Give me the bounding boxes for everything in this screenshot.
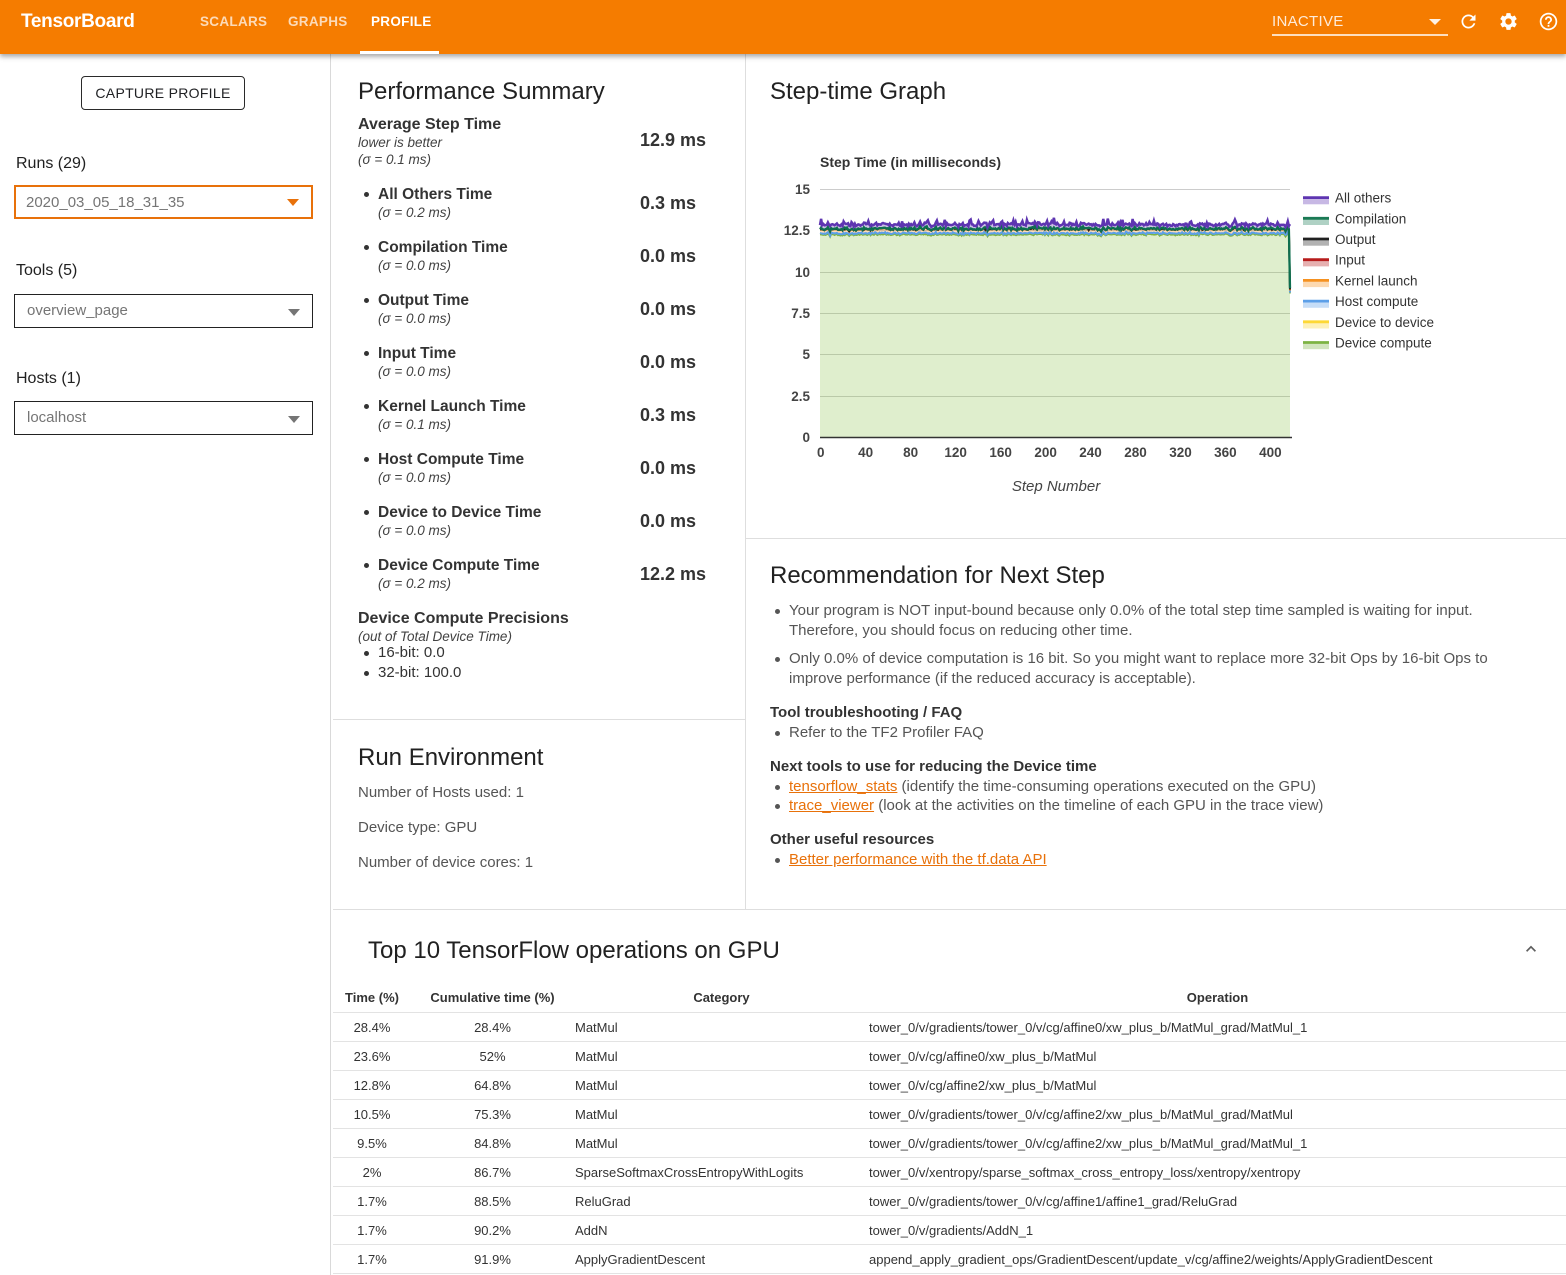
svg-text:All others: All others: [1335, 191, 1392, 206]
svg-text:40: 40: [858, 445, 873, 460]
svg-text:80: 80: [903, 445, 918, 460]
svg-text:5: 5: [802, 347, 810, 362]
svg-text:240: 240: [1079, 445, 1102, 460]
svg-text:2.5: 2.5: [791, 389, 810, 404]
svg-text:Compilation: Compilation: [1335, 211, 1406, 226]
svg-text:Output: Output: [1335, 232, 1376, 247]
svg-text:Device compute: Device compute: [1335, 336, 1432, 351]
svg-text:7.5: 7.5: [791, 306, 810, 321]
svg-text:Input: Input: [1335, 253, 1365, 268]
svg-text:Device to device: Device to device: [1335, 315, 1434, 330]
svg-text:Host compute: Host compute: [1335, 294, 1418, 309]
svg-text:Step Time (in milliseconds): Step Time (in milliseconds): [820, 154, 1001, 170]
svg-text:280: 280: [1124, 445, 1147, 460]
svg-text:15: 15: [795, 182, 811, 197]
svg-text:160: 160: [989, 445, 1012, 460]
svg-text:10: 10: [795, 265, 810, 280]
svg-text:360: 360: [1214, 445, 1237, 460]
svg-text:0: 0: [817, 445, 825, 460]
svg-text:320: 320: [1169, 445, 1192, 460]
svg-text:Kernel launch: Kernel launch: [1335, 273, 1418, 288]
svg-text:12.5: 12.5: [784, 223, 811, 238]
svg-text:0: 0: [802, 430, 810, 445]
svg-text:120: 120: [944, 445, 967, 460]
svg-text:400: 400: [1259, 445, 1282, 460]
svg-text:200: 200: [1034, 445, 1057, 460]
svg-text:Step Number: Step Number: [1012, 478, 1101, 495]
